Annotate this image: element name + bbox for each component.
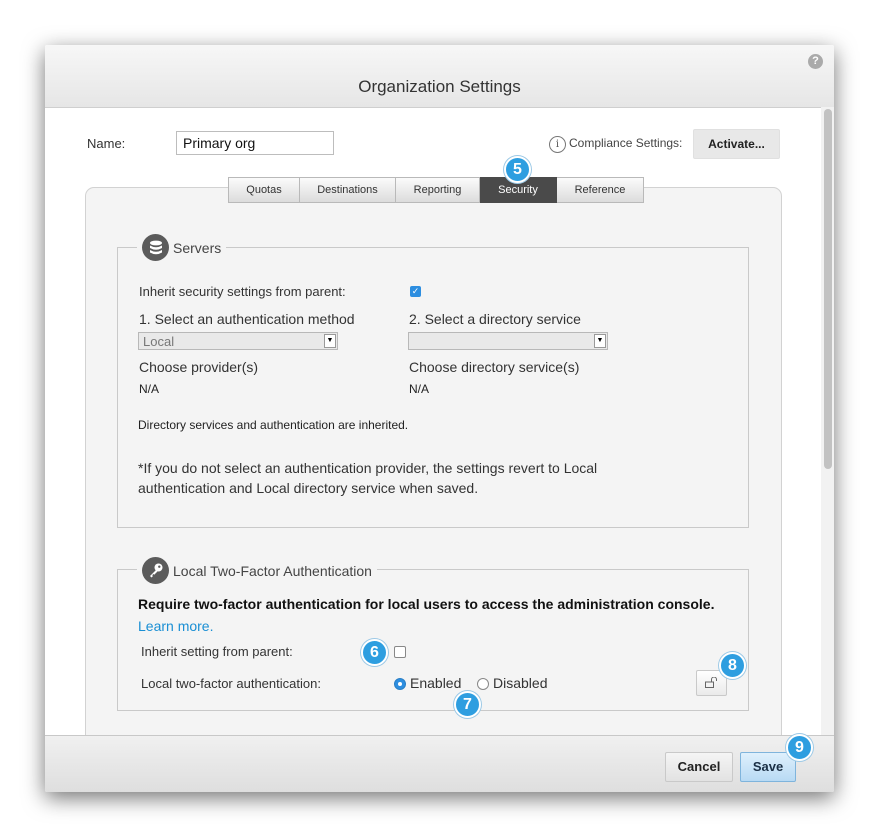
inherited-note: Directory services and authentication ar…: [138, 418, 409, 432]
callout-5-badge: 5: [504, 156, 531, 183]
name-label: Name:: [87, 136, 126, 151]
auth-method-select[interactable]: Local ▼: [138, 332, 338, 350]
callout-7-badge: 7: [454, 691, 481, 718]
inherit-setting-label: Inherit setting from parent:: [141, 644, 293, 659]
tab-reporting[interactable]: Reporting: [396, 177, 480, 203]
inherit-setting-checkbox[interactable]: [394, 646, 406, 658]
callout-6-badge: 6: [361, 639, 388, 666]
save-button[interactable]: Save: [740, 752, 796, 782]
inherit-security-label: Inherit security settings from parent:: [139, 284, 346, 299]
callout-9-badge: 9: [786, 734, 813, 761]
tab-destinations[interactable]: Destinations: [300, 177, 396, 203]
settings-tabs: Quotas Destinations Reporting Security R…: [228, 177, 644, 203]
auth-revert-note-line2: authentication and Local directory servi…: [138, 480, 479, 496]
unlock-icon: [705, 676, 717, 688]
chevron-down-icon: ▼: [324, 334, 336, 348]
compliance-settings-label: Compliance Settings:: [569, 136, 683, 150]
two-factor-legend: Local Two-Factor Authentication: [137, 557, 377, 584]
enabled-radio[interactable]: [394, 678, 406, 690]
help-icon[interactable]: ?: [808, 54, 823, 69]
dialog-titlebar: Organization Settings ?: [45, 45, 834, 108]
choose-directory-label: Choose directory service(s): [409, 359, 580, 375]
organization-settings-dialog: Organization Settings ? Name: i Complian…: [45, 45, 834, 792]
info-icon[interactable]: i: [549, 136, 566, 153]
auth-method-label: 1. Select an authentication method: [139, 311, 355, 327]
disabled-radio-label[interactable]: Disabled: [493, 675, 547, 691]
directory-service-select[interactable]: ▼: [408, 332, 608, 350]
dialog-title: Organization Settings: [358, 77, 521, 96]
key-icon: [142, 557, 169, 584]
two-factor-heading: Require two-factor authentication for lo…: [138, 596, 715, 612]
chevron-down-icon: ▼: [594, 334, 606, 348]
two-factor-option-label: Local two-factor authentication:: [141, 676, 321, 691]
choose-provider-label: Choose provider(s): [139, 359, 259, 375]
learn-more-link[interactable]: Learn more.: [138, 618, 213, 634]
enabled-radio-label[interactable]: Enabled: [410, 675, 461, 691]
choose-provider-value: N/A: [139, 382, 160, 396]
directory-service-label: 2. Select a directory service: [409, 311, 581, 327]
choose-directory-value: N/A: [409, 382, 430, 396]
callout-8-badge: 8: [719, 652, 746, 679]
servers-legend: Servers: [137, 234, 227, 261]
disabled-radio[interactable]: [477, 678, 489, 690]
tab-quotas[interactable]: Quotas: [228, 177, 300, 203]
auth-method-value: Local: [143, 334, 175, 349]
auth-revert-note-line1: *If you do not select an authentication …: [138, 460, 598, 476]
two-factor-legend-label: Local Two-Factor Authentication: [173, 562, 372, 579]
servers-legend-label: Servers: [173, 239, 222, 256]
activate-button[interactable]: Activate...: [693, 129, 780, 159]
cancel-button[interactable]: Cancel: [665, 752, 733, 782]
inherit-security-checkbox[interactable]: ✓: [410, 286, 421, 297]
database-icon: [142, 234, 169, 261]
scrollbar-thumb[interactable]: [824, 109, 832, 469]
name-input[interactable]: [176, 131, 334, 155]
tab-reference[interactable]: Reference: [557, 177, 644, 203]
